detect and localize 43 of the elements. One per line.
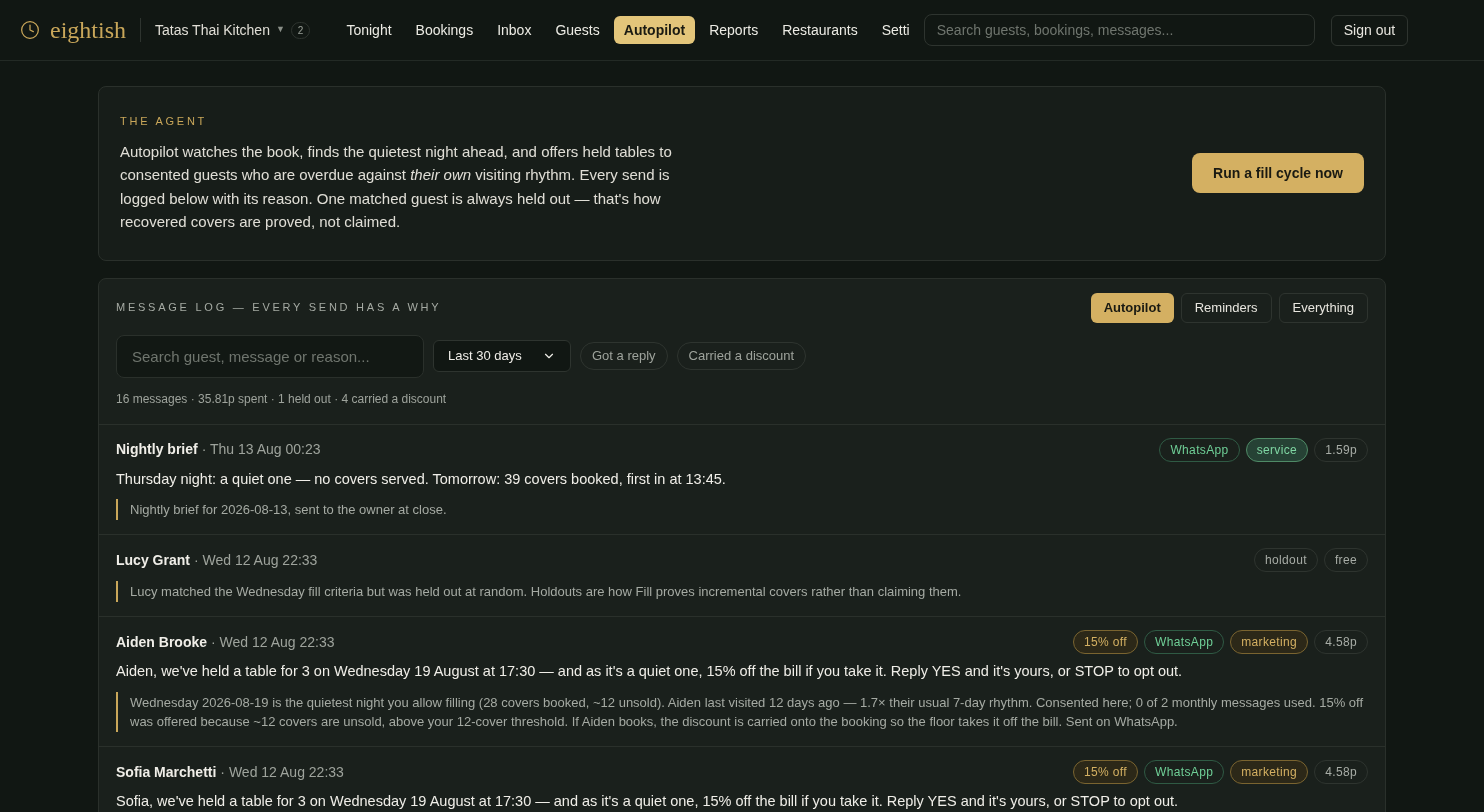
tag: marketing bbox=[1230, 760, 1309, 784]
nav-tab[interactable]: Setti bbox=[871, 16, 920, 44]
nav-tab[interactable]: Inbox bbox=[487, 16, 542, 44]
sender-name: Sofia Marchetti bbox=[116, 763, 217, 780]
section-eyebrow: THE AGENT bbox=[120, 114, 209, 129]
tag: 15% off bbox=[1072, 630, 1138, 655]
caret-icon[interactable]: ▼ bbox=[275, 23, 285, 37]
nav-tab[interactable]: Restaurants bbox=[772, 16, 868, 44]
sender-name: Nightly brief bbox=[116, 441, 198, 457]
sign-out-button[interactable]: Sign out bbox=[1330, 14, 1409, 46]
message-text: Thursday night: a quiet one — no covers served. Tomorrow: 39 covers booked, first in at 13:45. bbox=[116, 469, 727, 489]
sender-name: Aiden Brooke bbox=[116, 633, 207, 650]
nav-tab[interactable]: Tonight bbox=[336, 16, 402, 44]
message-date: · Wed 12 Aug 22:33 bbox=[220, 763, 344, 780]
reason-note: Nightly brief for 2026-08-13, sent to the owner at close. bbox=[116, 499, 1368, 521]
message-date: · Thu 13 Aug 00:23 bbox=[201, 441, 321, 457]
log-summary: 16 messages · 35.81p spent · 1 held out · 4 carried a discount bbox=[116, 390, 448, 408]
nav-tab[interactable]: Autopilot bbox=[613, 16, 696, 44]
sender-name: Lucy Grant bbox=[116, 551, 190, 568]
logo: eightish bbox=[50, 16, 126, 45]
section-title: MESSAGE LOG — EVERY SEND HAS A WHY bbox=[116, 300, 442, 316]
filter-tab[interactable]: Everything bbox=[1278, 292, 1368, 323]
reason-note: Wednesday 2026-08-19 is the quietest night you allow filling (28 covers booked, ~12 unsold). Aiden last visited 12 days ago — 1.7× their usual 7-day rhythm. Consented here; 0 of 2 monthly messages used. 15% off was offered because ~12 covers are unsold, above your 12-cover threshold. If Aiden books, the discount is carried onto the booking so the floor takes it off the bill. Sent on WhatsApp. bbox=[116, 692, 1368, 732]
clock-icon bbox=[20, 20, 40, 40]
search-field[interactable]: Search guests, bookings, messages... bbox=[923, 14, 1315, 46]
reason-note: Lucy matched the Wednesday fill criteria but was held out at random. Holdouts are how Fill proves incremental covers rather than claiming them. bbox=[116, 581, 1368, 603]
message-text: Sofia, we've held a table for 3 on Wednesday 19 August at 17:30 — and as it's a quiet one, 15% off the bill if you take it. Reply YES and it's yours, or STOP to opt out. bbox=[116, 792, 1180, 811]
period-select[interactable]: Last 30 days bbox=[433, 340, 571, 372]
tag: marketing bbox=[1230, 630, 1309, 655]
filter-tab[interactable]: Autopilot bbox=[1090, 292, 1174, 323]
filter-tab[interactable]: Reminders bbox=[1180, 292, 1272, 323]
nav-tab[interactable]: Bookings bbox=[405, 16, 484, 44]
restaurant-name[interactable]: Tatas Thai Kitchen bbox=[155, 19, 270, 41]
message-date: · Wed 12 Aug 22:33 bbox=[211, 633, 335, 650]
nav-tab[interactable]: Reports bbox=[699, 16, 769, 44]
search-field[interactable]: Search guest, message or reason... bbox=[116, 334, 424, 378]
nav-tab[interactable]: Guests bbox=[545, 16, 610, 44]
tag: 15% off bbox=[1072, 760, 1138, 784]
run-cycle-button[interactable]: Run a fill cycle now bbox=[1192, 153, 1364, 194]
agent-description: Autopilot watches the book, finds the quietest night ahead, and offers held tables to consented guests who are overdue against their own visiting rhythm. Every send is logged below with its reason. One matched guest is always held out — that's how recovered covers are proved, not claimed. bbox=[120, 141, 673, 232]
tag: service bbox=[1245, 437, 1309, 462]
message-text: Aiden, we've held a table for 3 on Wednesday 19 August at 17:30 — and as it's a quiet one, 15% off the bill if you take it. Reply YES and it's yours, or STOP to opt out. bbox=[116, 662, 1184, 682]
message-date: · Wed 12 Aug 22:33 bbox=[193, 551, 318, 568]
